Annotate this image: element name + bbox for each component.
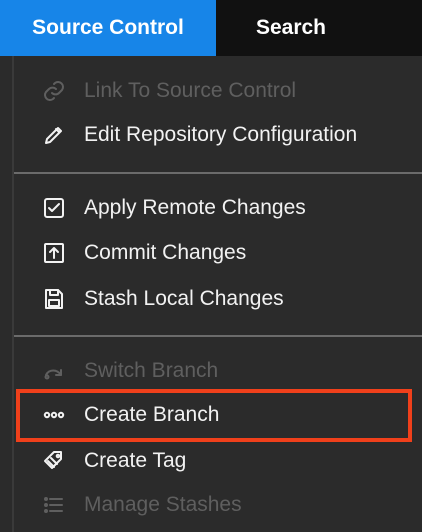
- menu-item-create-branch[interactable]: Create Branch: [40, 396, 410, 434]
- menu-item-stash-local-changes[interactable]: Stash Local Changes: [40, 280, 410, 318]
- link-icon: [40, 77, 68, 105]
- save-icon: [40, 285, 68, 313]
- menu-item-label: Link To Source Control: [84, 79, 297, 102]
- tab-source-control[interactable]: Source Control: [0, 0, 216, 56]
- menu-item-label: Manage Stashes: [84, 493, 242, 516]
- menu-divider-1: [14, 172, 422, 174]
- menu-item-link-to-source-control: Link To Source Control: [40, 72, 410, 110]
- list-icon: [40, 491, 68, 519]
- tab-search[interactable]: Search: [216, 0, 366, 56]
- tag-icon: [40, 447, 68, 475]
- upload-box-icon: [40, 239, 68, 267]
- menu-item-manage-stashes: Manage Stashes: [40, 486, 410, 524]
- menu-item-label: Stash Local Changes: [84, 287, 284, 310]
- menu-item-switch-branch: Switch Branch: [40, 352, 410, 390]
- menu-item-apply-remote-changes[interactable]: Apply Remote Changes: [40, 189, 410, 227]
- tab-search-label: Search: [255, 16, 327, 39]
- dots-icon: [40, 401, 68, 429]
- menu-item-label: Create Branch: [84, 403, 220, 426]
- menu-item-label: Apply Remote Changes: [84, 196, 306, 219]
- menu-item-label: Commit Changes: [84, 241, 247, 264]
- source-control-menu: Link To Source Control Edit Repository C…: [12, 56, 422, 532]
- tab-source-control-label: Source Control: [32, 16, 184, 39]
- menu-item-edit-repository-configuration[interactable]: Edit Repository Configuration: [40, 116, 410, 154]
- menu-item-label: Switch Branch: [84, 359, 219, 382]
- pencil-icon: [40, 121, 68, 149]
- menu-divider-2: [14, 335, 422, 337]
- menu-item-label: Create Tag: [84, 449, 187, 472]
- menu-item-commit-changes[interactable]: Commit Changes: [40, 234, 410, 272]
- menu-item-create-tag[interactable]: Create Tag: [40, 442, 410, 480]
- tab-bar-fill: [366, 0, 422, 56]
- menu-item-label: Edit Repository Configuration: [84, 123, 358, 146]
- top-tab-bar: Source Control Search: [0, 0, 422, 56]
- checkbox-icon: [40, 194, 68, 222]
- switch-branch-icon: [40, 357, 68, 385]
